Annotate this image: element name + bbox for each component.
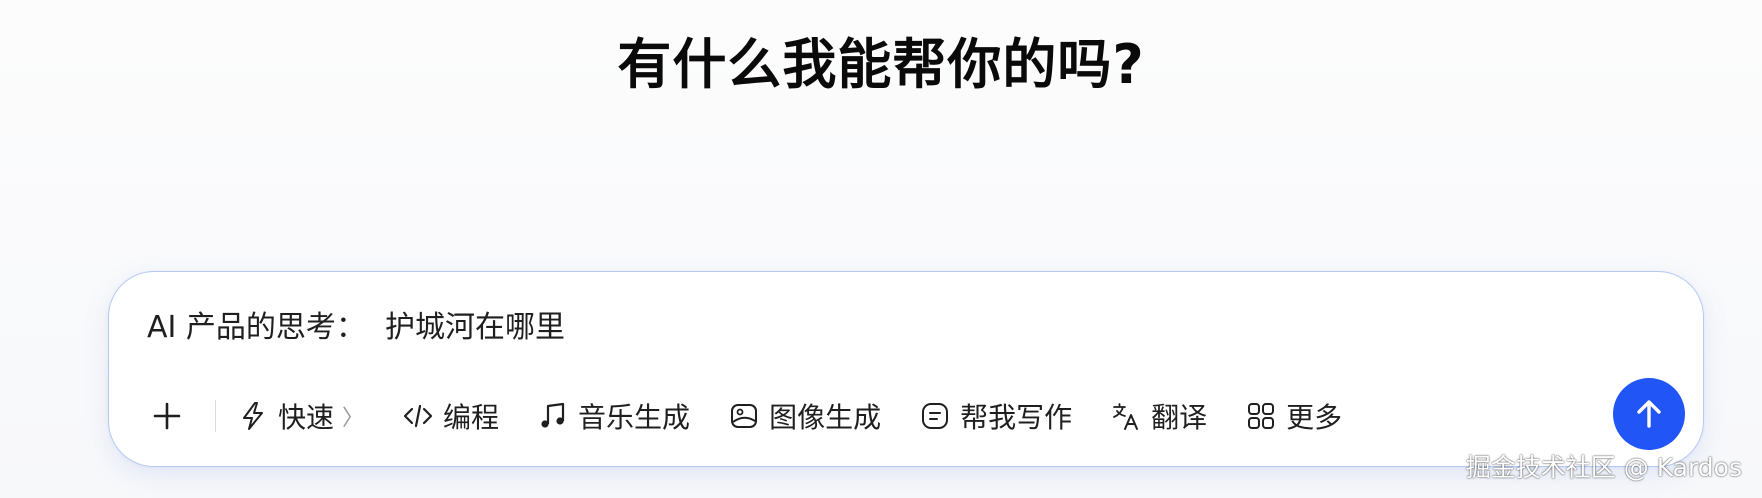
music-note-icon — [538, 401, 568, 431]
chat-input[interactable]: AI 产品的思考： 护城河在哪里 — [147, 308, 565, 348]
lightning-icon — [238, 401, 268, 431]
tool-label: 编程 — [443, 401, 500, 434]
tool-music-generation[interactable]: 音乐生成 — [530, 390, 698, 442]
watermark: 掘金技术社区 @ Kardos — [1465, 453, 1742, 482]
grid-icon — [1246, 401, 1276, 431]
chat-composer: AI 产品的思考： 护城河在哪里 快速 〉 编程 音乐生成 图像生成 帮我写作 … — [108, 271, 1704, 467]
tool-label: 帮我写作 — [960, 401, 1073, 434]
tool-image-generation[interactable]: 图像生成 — [721, 390, 889, 442]
tool-more[interactable]: 更多 — [1238, 390, 1350, 442]
page-title: 有什么我能帮你的吗? — [617, 33, 1145, 96]
add-attachment-button[interactable] — [145, 394, 189, 438]
plus-icon — [153, 402, 181, 430]
toolbar-divider — [215, 400, 216, 432]
tool-coding[interactable]: 编程 — [395, 390, 507, 442]
tool-label: 图像生成 — [769, 401, 882, 434]
tool-label: 更多 — [1286, 401, 1343, 434]
writing-icon — [920, 401, 950, 431]
chevron-right-icon: 〉 — [342, 406, 365, 431]
composer-toolbar: 快速 〉 编程 音乐生成 图像生成 帮我写作 翻译 更多 — [145, 390, 1373, 442]
tool-label: 音乐生成 — [578, 401, 691, 434]
arrow-up-icon — [1637, 400, 1661, 428]
tool-label: 快速 — [278, 401, 335, 434]
image-icon — [729, 401, 759, 431]
tool-translate[interactable]: 翻译 — [1103, 390, 1215, 442]
code-icon — [403, 401, 433, 431]
tool-label: 翻译 — [1151, 401, 1208, 434]
tool-writing[interactable]: 帮我写作 — [912, 390, 1080, 442]
translate-icon — [1111, 401, 1141, 431]
tool-quick-mode[interactable]: 快速 〉 — [230, 390, 372, 442]
send-button[interactable] — [1613, 378, 1685, 450]
